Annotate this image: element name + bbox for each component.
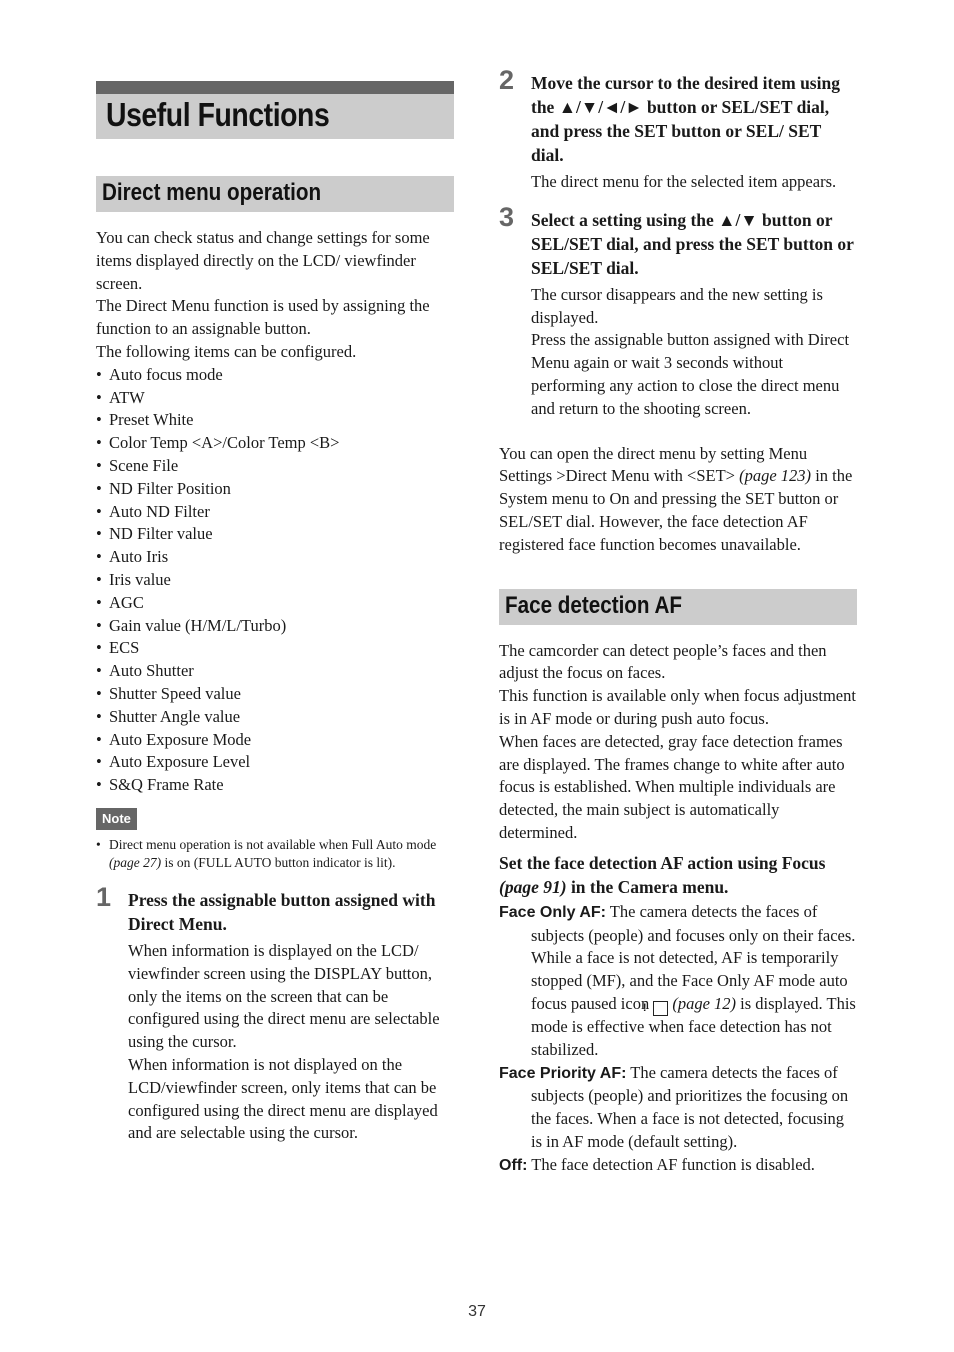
option-term: Off: xyxy=(499,1156,528,1174)
section-title: Direct menu operation xyxy=(102,179,322,206)
list-item: ND Filter value xyxy=(96,523,454,546)
step-body: The direct menu for the selected item ap… xyxy=(531,171,857,194)
list-item: Gain value (H/M/L/Turbo) xyxy=(96,615,454,638)
step-paragraph: When information is not displayed on the… xyxy=(128,1054,438,1143)
intro-paragraph: This function is available only when foc… xyxy=(499,686,856,728)
list-item: ATW xyxy=(96,387,454,410)
option-face-priority-af: Face Priority AF: The camera detects the… xyxy=(499,1062,857,1154)
intro-paragraph: The Direct Menu function is used by assi… xyxy=(96,296,430,339)
list-item: Auto Exposure Level xyxy=(96,751,454,774)
list-item: Iris value xyxy=(96,569,454,592)
list-item: Auto Exposure Mode xyxy=(96,729,454,752)
intro-paragraph: The camcorder can detect people’s faces … xyxy=(499,640,827,683)
note-badge: Note xyxy=(96,807,137,830)
left-column: Useful Functions Direct menu operation Y… xyxy=(96,81,454,1145)
step-paragraph: The direct menu for the selected item ap… xyxy=(531,172,837,191)
step-body: The cursor disappears and the new settin… xyxy=(531,284,857,421)
note-text: Direct menu operation is not available w… xyxy=(109,836,437,852)
list-item: AGC xyxy=(96,592,454,615)
section-header-face-af: Face detection AF xyxy=(499,588,857,625)
af-paused-icon: ! xyxy=(643,1000,669,1016)
step-paragraph: When information is displayed on the LCD… xyxy=(128,940,440,1052)
configurable-items-list: Auto focus mode ATW Preset White Color T… xyxy=(96,364,454,797)
intro-paragraph: The following items can be configured. xyxy=(96,341,357,361)
note-item: Direct menu operation is not available w… xyxy=(96,836,454,872)
section-header-direct-menu: Direct menu operation xyxy=(96,176,454,212)
page-reference-link[interactable]: (page 12) xyxy=(672,994,736,1013)
list-item: Shutter Speed value xyxy=(96,683,454,706)
note-text: is on (FULL AUTO button indicator is lit… xyxy=(161,854,396,870)
list-item: Auto ND Filter xyxy=(96,501,454,524)
chapter-header: Useful Functions xyxy=(96,81,454,139)
option-text: The face detection AF function is disabl… xyxy=(527,1154,815,1174)
step-title: Move the cursor to the desired item usin… xyxy=(531,73,840,165)
option-off: Off: The face detection AF function is d… xyxy=(499,1154,857,1178)
list-item: Auto Shutter xyxy=(96,660,454,683)
step-body: When information is displayed on the LCD… xyxy=(128,940,454,1145)
page-reference-link[interactable]: (page 123) xyxy=(739,466,811,485)
intro-paragraph: You can check status and change settings… xyxy=(96,228,430,293)
step-title: Press the assignable button assigned wit… xyxy=(128,889,436,934)
face-af-options: Face Only AF: The camera detects the fac… xyxy=(499,901,857,1178)
step-title: Select a setting using the ▲/▼ button or… xyxy=(531,209,854,278)
option-term: Face Only AF: xyxy=(499,903,606,921)
face-af-instruction: Set the face detection AF action using F… xyxy=(499,851,857,899)
option-face-only-af: Face Only AF: The camera detects the fac… xyxy=(499,901,857,1062)
section-title: Face detection AF xyxy=(505,591,683,619)
list-item: ECS xyxy=(96,637,454,660)
list-item: Auto Iris xyxy=(96,546,454,569)
list-item: ND Filter Position xyxy=(96,478,454,501)
list-item: S&Q Frame Rate xyxy=(96,774,454,797)
step-2: 2 Move the cursor to the desired item us… xyxy=(499,65,857,194)
step-number: 1 xyxy=(96,881,112,912)
list-item: Preset White xyxy=(96,409,454,432)
step-3: 3 Select a setting using the ▲/▼ button … xyxy=(499,202,857,421)
page-number: 37 xyxy=(468,1303,486,1320)
step-paragraph: Press the assignable button assigned wit… xyxy=(531,330,850,418)
instruction-text: in the Camera menu. xyxy=(566,876,729,897)
step-number: 2 xyxy=(499,65,515,95)
instruction-text: Set the face detection AF action using F… xyxy=(499,852,826,873)
step-number: 3 xyxy=(499,201,515,232)
step-paragraph: The cursor disappears and the new settin… xyxy=(531,284,823,327)
chapter-title: Useful Functions xyxy=(106,96,330,133)
step-1: 1 Press the assignable button assigned w… xyxy=(96,882,454,1145)
right-column: 2 Move the cursor to the desired item us… xyxy=(499,62,857,1178)
list-item: Shutter Angle value xyxy=(96,706,454,729)
direct-menu-intro: You can check status and change settings… xyxy=(96,227,454,364)
list-item: Auto focus mode xyxy=(96,364,454,387)
page-reference-link[interactable]: (page 27) xyxy=(109,855,161,870)
note-list: Direct menu operation is not available w… xyxy=(96,836,454,872)
page-reference-link[interactable]: (page 91) xyxy=(499,877,567,897)
list-item: Scene File xyxy=(96,455,454,478)
intro-paragraph: When faces are detected, gray face detec… xyxy=(499,731,845,842)
direct-menu-tip: You can open the direct menu by setting … xyxy=(499,443,857,557)
face-af-intro: The camcorder can detect people’s faces … xyxy=(499,640,857,845)
list-item: Color Temp <A>/Color Temp <B> xyxy=(96,432,454,455)
option-term: Face Priority AF: xyxy=(499,1064,627,1082)
